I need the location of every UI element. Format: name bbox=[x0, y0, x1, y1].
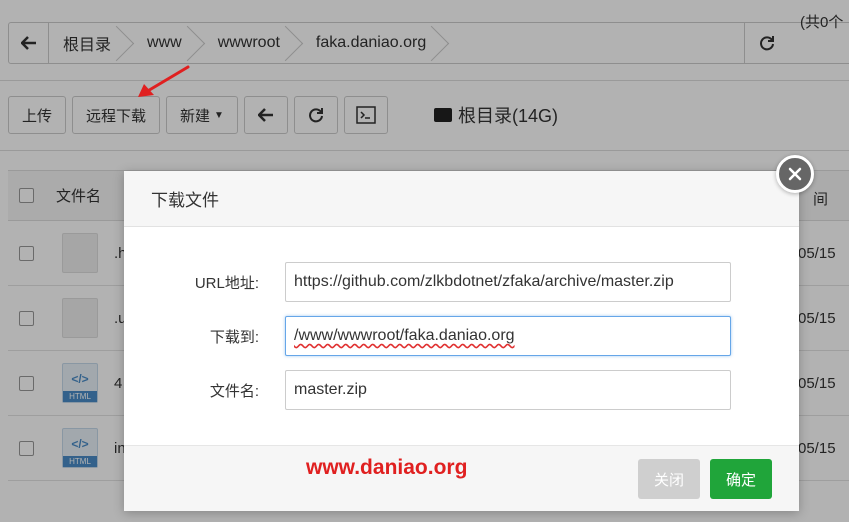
destination-row: 下载到: /www/wwwroot/faka.daniao.org bbox=[124, 316, 799, 356]
filename-row: 文件名: master.zip bbox=[124, 370, 799, 410]
annotation-arrow-icon bbox=[138, 65, 190, 97]
dialog-title: 下载文件 bbox=[124, 171, 799, 227]
destination-label: 下载到: bbox=[209, 328, 259, 346]
url-row: URL地址: https://github.com/zlkbdotnet/zfa… bbox=[124, 262, 799, 302]
dialog-body: URL地址: https://github.com/zlkbdotnet/zfa… bbox=[124, 227, 799, 445]
destination-input[interactable]: /www/wwwroot/faka.daniao.org bbox=[285, 316, 731, 356]
filename-input[interactable]: master.zip bbox=[285, 370, 731, 410]
url-input[interactable]: https://github.com/zlkbdotnet/zfaka/arch… bbox=[285, 262, 731, 302]
close-dialog-icon[interactable] bbox=[776, 155, 814, 193]
filename-label: 文件名: bbox=[209, 382, 259, 400]
download-file-dialog: 下载文件 URL地址: https://github.com/zlkbdotne… bbox=[124, 171, 799, 511]
watermark-text: www.daniao.org bbox=[306, 456, 468, 479]
confirm-button[interactable]: 确定 bbox=[710, 459, 772, 499]
close-button[interactable]: 关闭 bbox=[638, 459, 700, 499]
destination-value: /www/wwwroot/faka.daniao.org bbox=[294, 327, 515, 344]
dialog-footer: www.daniao.org 关闭 确定 bbox=[124, 445, 799, 511]
url-label: URL地址: bbox=[194, 274, 259, 292]
